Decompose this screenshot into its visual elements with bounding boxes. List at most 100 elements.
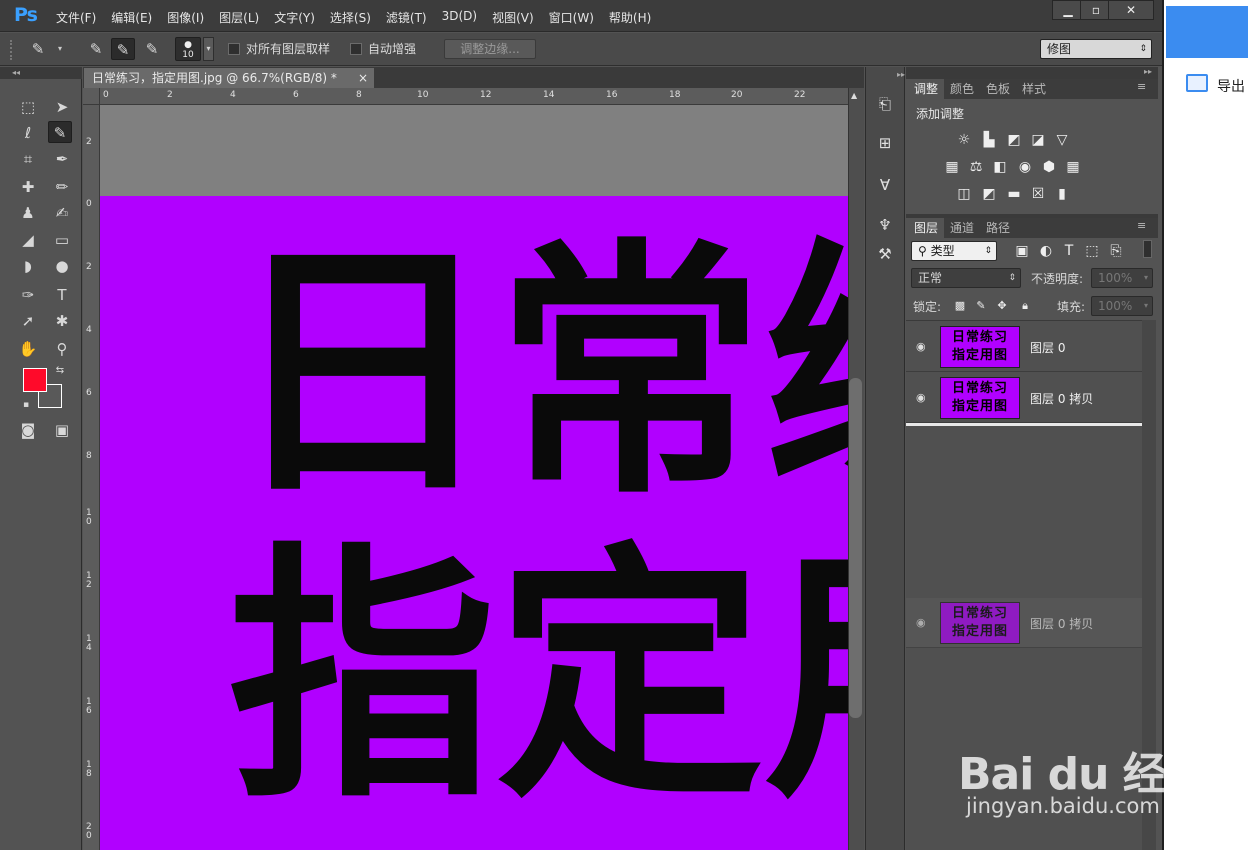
curves-icon[interactable]: ◩ <box>1005 132 1023 148</box>
color-lookup-icon[interactable]: ▦ <box>1064 159 1082 175</box>
ruler-origin[interactable] <box>83 88 100 105</box>
tab-adjustments[interactable]: 调整 <box>908 79 945 99</box>
menu-window[interactable]: 窗口(W) <box>549 9 594 26</box>
channel-mixer-icon[interactable]: ⬢ <box>1040 159 1058 175</box>
auto-enhance-checkbox[interactable] <box>350 41 362 55</box>
menu-layer[interactable]: 图层(L) <box>219 9 259 26</box>
rectangular-marquee-icon[interactable]: ⬚ <box>16 96 40 118</box>
vibrance-icon[interactable]: ▽ <box>1053 132 1071 148</box>
menu-view[interactable]: 视图(V) <box>492 9 534 26</box>
brush-size-dropdown-icon[interactable]: ▾ <box>203 37 214 61</box>
strip-expand-icon[interactable]: ▸▸ <box>867 70 905 80</box>
canvas-image[interactable]: 日 常 练 指 定 用 <box>100 196 848 850</box>
lock-image-icon[interactable]: ✎ <box>972 298 990 314</box>
opacity-dropdown-icon[interactable]: ▾ <box>1144 269 1148 287</box>
threshold-icon[interactable]: ▬ <box>1005 186 1023 202</box>
hand-tool-icon[interactable]: ✋ <box>16 338 40 360</box>
menu-edit[interactable]: 编辑(E) <box>111 9 152 26</box>
tab-swatches[interactable]: 色板 <box>980 79 1016 99</box>
hue-saturation-icon[interactable]: ▦ <box>943 159 961 175</box>
zoom-tool-icon[interactable]: ⚲ <box>50 338 74 360</box>
lock-transparent-icon[interactable]: ▩ <box>951 298 969 314</box>
brush-presets-icon[interactable]: ♆ <box>874 214 896 236</box>
history-panel-icon[interactable]: ⎗ <box>874 93 896 115</box>
brush-size-picker[interactable]: ● 10 <box>175 37 201 61</box>
path-selection-icon[interactable]: ➚ <box>16 310 40 332</box>
screen-mode-icon[interactable]: ▣ <box>50 419 74 441</box>
filter-type-icon[interactable]: T <box>1060 243 1078 259</box>
filter-adjustment-icon[interactable]: ◐ <box>1037 243 1055 259</box>
clone-stamp-icon[interactable]: ♟ <box>16 202 40 224</box>
tab-paths[interactable]: 路径 <box>980 218 1016 238</box>
menu-type[interactable]: 文字(Y) <box>274 9 315 26</box>
menu-help[interactable]: 帮助(H) <box>609 9 651 26</box>
default-colors-icon[interactable]: ▪ <box>14 394 38 416</box>
selective-color-icon[interactable]: ☒ <box>1029 186 1047 202</box>
opacity-input[interactable]: 100% ▾ <box>1091 268 1153 288</box>
visibility-eye-icon[interactable]: ◉ <box>916 391 926 404</box>
eraser-tool-icon[interactable]: ◢ <box>16 229 40 251</box>
lasso-tool-icon[interactable]: ℓ <box>16 122 40 144</box>
quick-selection-preset-icon[interactable]: ✎ <box>26 38 50 60</box>
close-window-button[interactable]: ✕ <box>1108 0 1154 20</box>
menu-image[interactable]: 图像(I) <box>167 9 204 26</box>
visibility-eye-icon[interactable]: ◉ <box>916 340 926 353</box>
document-tab[interactable]: 日常练习，指定用图.jpg @ 66.7%(RGB/8) * × <box>84 68 374 88</box>
scrollbar-thumb[interactable] <box>849 378 862 718</box>
black-white-icon[interactable]: ◧ <box>991 159 1009 175</box>
dodge-tool-icon[interactable]: ● <box>50 255 74 277</box>
fill-dropdown-icon[interactable]: ▾ <box>1144 297 1148 315</box>
workspace-select[interactable]: 修图 ⇕ <box>1040 39 1152 59</box>
move-tool-icon[interactable]: ➤ <box>50 96 74 118</box>
type-tool-icon[interactable]: T <box>50 284 74 306</box>
pen-tool-icon[interactable]: ✑ <box>16 284 40 306</box>
filter-shape-icon[interactable]: ⬚ <box>1083 243 1101 259</box>
properties-panel-icon[interactable]: ⊞ <box>874 132 896 154</box>
levels-icon[interactable]: ▙ <box>980 132 998 148</box>
tool-presets-icon[interactable]: ⚒ <box>874 243 896 265</box>
panels-collapse-icon[interactable]: ▸▸ <box>906 67 1158 79</box>
panel-menu-icon[interactable]: ≡ <box>1137 80 1146 93</box>
lock-position-icon[interactable]: ✥ <box>993 298 1011 314</box>
filter-toggle[interactable] <box>1143 240 1152 258</box>
healing-brush-icon[interactable]: ✚ <box>16 176 40 198</box>
history-brush-icon[interactable]: ✍ <box>50 202 74 224</box>
quick-selection-tool-icon[interactable]: ✎ <box>48 121 72 143</box>
preset-dropdown-arrow-icon[interactable]: ▾ <box>58 44 62 53</box>
invert-icon[interactable]: ◫ <box>955 186 973 202</box>
quick-mask-icon[interactable]: ◙ <box>16 419 40 441</box>
eyedropper-tool-icon[interactable]: ✒ <box>50 148 74 170</box>
brush-tool-icon[interactable]: ✏ <box>50 176 74 198</box>
photo-filter-icon[interactable]: ◉ <box>1016 159 1034 175</box>
export-icon[interactable] <box>1186 74 1208 92</box>
export-label[interactable]: 导出 <box>1217 76 1245 96</box>
tab-layers[interactable]: 图层 <box>908 218 945 238</box>
color-balance-icon[interactable]: ⚖ <box>967 159 985 175</box>
menu-select[interactable]: 选择(S) <box>330 9 371 26</box>
foreground-color-swatch[interactable] <box>23 368 47 392</box>
exposure-icon[interactable]: ◪ <box>1029 132 1047 148</box>
posterize-icon[interactable]: ◩ <box>980 186 998 202</box>
lock-all-icon[interactable]: 🔒︎ <box>1016 298 1034 314</box>
filter-pixel-icon[interactable]: ▣ <box>1013 243 1031 259</box>
tab-color[interactable]: 颜色 <box>944 79 980 99</box>
menu-filter[interactable]: 滤镜(T) <box>386 9 427 26</box>
layer-kind-filter[interactable]: ⚲ 类型 ⇕ <box>911 241 997 261</box>
swap-colors-icon[interactable]: ⇆ <box>48 360 72 382</box>
scroll-up-icon[interactable]: ▲ <box>851 91 857 100</box>
crop-tool-icon[interactable]: ⌗ <box>16 148 40 170</box>
add-to-selection-mode-icon[interactable]: ✎ <box>111 38 135 60</box>
refine-edge-button[interactable]: 调整边缘... <box>444 39 536 59</box>
menu-3d[interactable]: 3D(D) <box>442 9 477 26</box>
layer-row[interactable]: ◉ 日常练习 指定用图 图层 0 拷贝 <box>906 373 1142 423</box>
fill-input[interactable]: 100% ▾ <box>1091 296 1153 316</box>
sample-all-layers-checkbox[interactable] <box>228 41 240 55</box>
tab-channels[interactable]: 通道 <box>944 218 980 238</box>
tab-styles[interactable]: 样式 <box>1016 79 1052 99</box>
filter-smart-object-icon[interactable]: ⎘ <box>1107 243 1125 259</box>
tool-panel-collapse-icon[interactable]: ◂◂ <box>0 67 82 79</box>
blend-mode-select[interactable]: 正常 ⇕ <box>911 268 1021 288</box>
close-document-icon[interactable]: × <box>358 68 368 88</box>
layers-panel-menu-icon[interactable]: ≡ <box>1137 219 1146 232</box>
layer-row[interactable]: ◉ 日常练习 指定用图 图层 0 <box>906 322 1142 372</box>
